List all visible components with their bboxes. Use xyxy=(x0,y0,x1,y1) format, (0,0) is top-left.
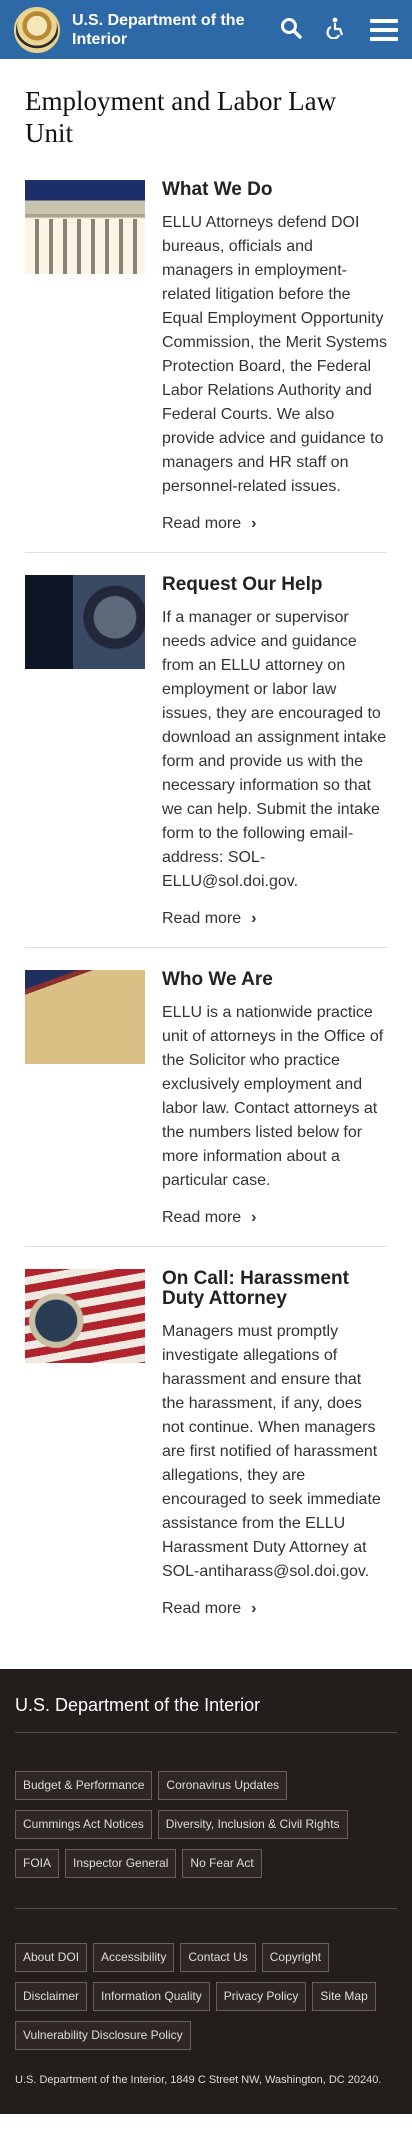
footer-link[interactable]: Accessibility xyxy=(93,1943,175,1972)
chevron-right-icon: › xyxy=(251,515,257,532)
footer-links-primary: Budget & Performance Coronavirus Updates… xyxy=(15,1771,397,1888)
chevron-right-icon: › xyxy=(251,1600,257,1617)
footer-link[interactable]: Privacy Policy xyxy=(215,1982,307,2011)
card-what-we-do: What We Do ELLU Attorneys defend DOI bur… xyxy=(25,180,387,553)
footer-title: U.S. Department of the Interior xyxy=(15,1695,397,1733)
card-on-call: On Call: Harassment Duty Attorney Manage… xyxy=(25,1269,387,1637)
read-more-link[interactable]: Read more › xyxy=(162,1600,256,1618)
chevron-right-icon: › xyxy=(251,910,257,927)
constitution-image[interactable] xyxy=(25,970,145,1064)
site-header: U.S. Department of the Interior xyxy=(0,0,412,59)
menu-icon[interactable] xyxy=(370,18,398,41)
footer-link[interactable]: Information Quality xyxy=(93,1982,210,2011)
footer-link[interactable]: Cummings Act Notices xyxy=(15,1810,152,1839)
card-text: ELLU Attorneys defend DOI bureaus, offic… xyxy=(162,214,387,495)
card-text: Managers must promptly investigate alleg… xyxy=(162,1323,381,1580)
footer-link[interactable]: Inspector General xyxy=(65,1849,177,1878)
chevron-right-icon: › xyxy=(251,1209,257,1226)
footer-link[interactable]: Diversity, Inclusion & Civil Rights xyxy=(157,1810,348,1839)
search-icon[interactable] xyxy=(280,17,302,43)
card-who-we-are: Who We Are ELLU is a nationwide practice… xyxy=(25,970,387,1247)
card-title[interactable]: Request Our Help xyxy=(162,575,387,595)
flag-seal-image[interactable] xyxy=(25,1269,145,1363)
footer-link[interactable]: No Fear Act xyxy=(182,1849,262,1878)
card-text: If a manager or supervisor needs advice … xyxy=(162,609,387,890)
footer-link[interactable]: Copyright xyxy=(261,1943,330,1972)
card-title[interactable]: On Call: Harassment Duty Attorney xyxy=(162,1269,387,1309)
agency-name[interactable]: U.S. Department of the Interior xyxy=(72,11,262,49)
card-title[interactable]: What We Do xyxy=(162,180,387,200)
card-title[interactable]: Who We Are xyxy=(162,970,387,990)
footer-address: U.S. Department of the Interior, 1849 C … xyxy=(15,2074,382,2086)
site-footer: U.S. Department of the Interior Budget &… xyxy=(0,1669,412,2114)
footer-link[interactable]: Coronavirus Updates xyxy=(158,1771,288,1800)
footer-link[interactable]: Vulnerability Disclosure Policy xyxy=(15,2021,191,2050)
footer-links-secondary: About DOI Accessibility Contact Us Copyr… xyxy=(15,1908,397,2060)
footer-link[interactable]: Disclaimer xyxy=(15,1982,88,2011)
doi-seal-logo[interactable] xyxy=(14,6,60,53)
header-actions xyxy=(258,0,398,59)
card-text: ELLU is a nationwide practice unit of at… xyxy=(162,1004,384,1189)
read-more-link[interactable]: Read more › xyxy=(162,910,256,928)
justice-statue-image[interactable] xyxy=(25,575,145,669)
footer-link[interactable]: Contact Us xyxy=(180,1943,256,1972)
read-more-link[interactable]: Read more › xyxy=(162,515,256,533)
footer-link[interactable]: Budget & Performance xyxy=(15,1771,153,1800)
main-content: Employment and Labor Law Unit What We Do… xyxy=(0,59,412,1669)
read-more-link[interactable]: Read more › xyxy=(162,1209,256,1227)
footer-link[interactable]: Site Map xyxy=(312,1982,376,2011)
accessibility-icon[interactable] xyxy=(324,17,346,43)
card-request-help: Request Our Help If a manager or supervi… xyxy=(25,575,387,948)
page-title: Employment and Labor Law Unit xyxy=(25,86,337,148)
footer-link[interactable]: FOIA xyxy=(15,1849,60,1878)
building-image[interactable] xyxy=(25,180,145,274)
footer-link[interactable]: About DOI xyxy=(15,1943,88,1972)
